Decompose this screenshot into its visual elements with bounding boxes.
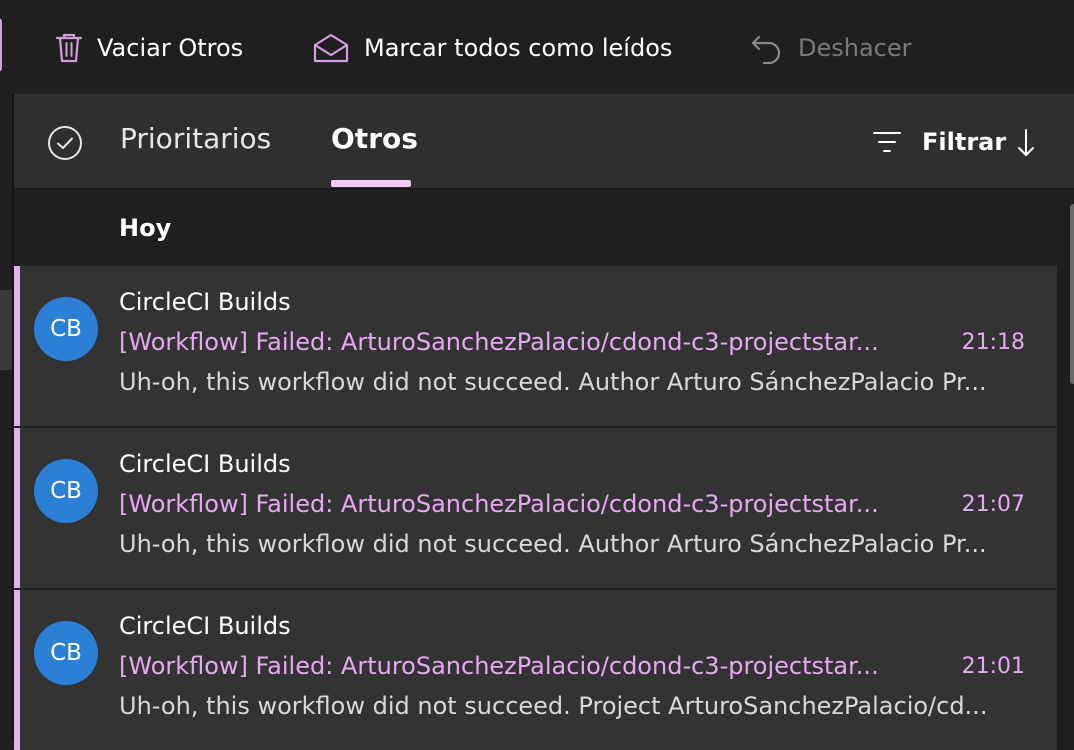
trash-icon (55, 33, 83, 63)
scrollbar[interactable] (1070, 204, 1074, 384)
inbox-tabs-bar: Prioritarios Otros Filtrar (14, 94, 1074, 190)
envelope-open-icon (313, 33, 349, 63)
undo-icon (751, 35, 781, 64)
message-subject: [Workflow] Failed: ArturoSanchezPalacio/… (119, 328, 879, 356)
group-header: Hoy (14, 190, 1074, 266)
sender-name: CircleCI Builds (119, 450, 291, 478)
list-item[interactable]: CB CircleCI Builds [Workflow] Failed: Ar… (14, 428, 1057, 588)
empty-other-button[interactable]: Vaciar Otros (55, 28, 243, 68)
message-subject: [Workflow] Failed: ArturoSanchezPalacio/… (119, 652, 879, 680)
tab-focused[interactable]: Prioritarios (120, 122, 271, 155)
side-panel-edge (0, 290, 12, 370)
message-time: 21:01 (961, 654, 1025, 679)
filter-label: Filtrar (922, 128, 1007, 156)
unread-indicator (14, 590, 20, 750)
message-subject: [Workflow] Failed: ArturoSanchezPalacio/… (119, 490, 879, 518)
list-item[interactable]: CB CircleCI Builds [Workflow] Failed: Ar… (14, 266, 1057, 426)
active-tab-indicator (331, 180, 411, 187)
filter-button[interactable]: Filtrar (872, 122, 1006, 162)
message-list-pane: Prioritarios Otros Filtrar Hoy CB Circle… (14, 94, 1074, 750)
undo-label: Deshacer (798, 34, 912, 62)
message-time: 21:07 (961, 492, 1025, 517)
message-time: 21:18 (961, 330, 1025, 355)
tab-other[interactable]: Otros (331, 122, 418, 155)
unread-indicator (14, 428, 20, 588)
empty-other-label: Vaciar Otros (97, 34, 244, 62)
avatar: CB (34, 459, 98, 523)
group-title: Hoy (119, 214, 172, 242)
sender-name: CircleCI Builds (119, 288, 291, 316)
mark-all-read-label: Marcar todos como leídos (364, 34, 673, 62)
mark-all-read-button[interactable]: Marcar todos como leídos (312, 28, 672, 68)
arrow-down-icon[interactable] (1016, 128, 1036, 158)
message-preview: Uh-oh, this workflow did not succeed. Au… (119, 368, 987, 396)
avatar: CB (34, 621, 98, 685)
sender-name: CircleCI Builds (119, 612, 291, 640)
command-toolbar: Vaciar Otros Marcar todos como leídos De… (0, 0, 1074, 94)
avatar: CB (34, 297, 98, 361)
undo-button[interactable]: Deshacer (750, 28, 912, 68)
message-preview: Uh-oh, this workflow did not succeed. Pr… (119, 692, 988, 720)
message-preview: Uh-oh, this workflow did not succeed. Au… (119, 530, 987, 558)
toolbar-left-edge[interactable] (0, 18, 2, 72)
check-circle-icon[interactable] (47, 125, 83, 161)
message-list: Hoy CB CircleCI Builds [Workflow] Failed… (14, 190, 1074, 750)
unread-indicator (14, 266, 20, 426)
filter-icon (873, 132, 901, 152)
list-item[interactable]: CB CircleCI Builds [Workflow] Failed: Ar… (14, 590, 1057, 750)
